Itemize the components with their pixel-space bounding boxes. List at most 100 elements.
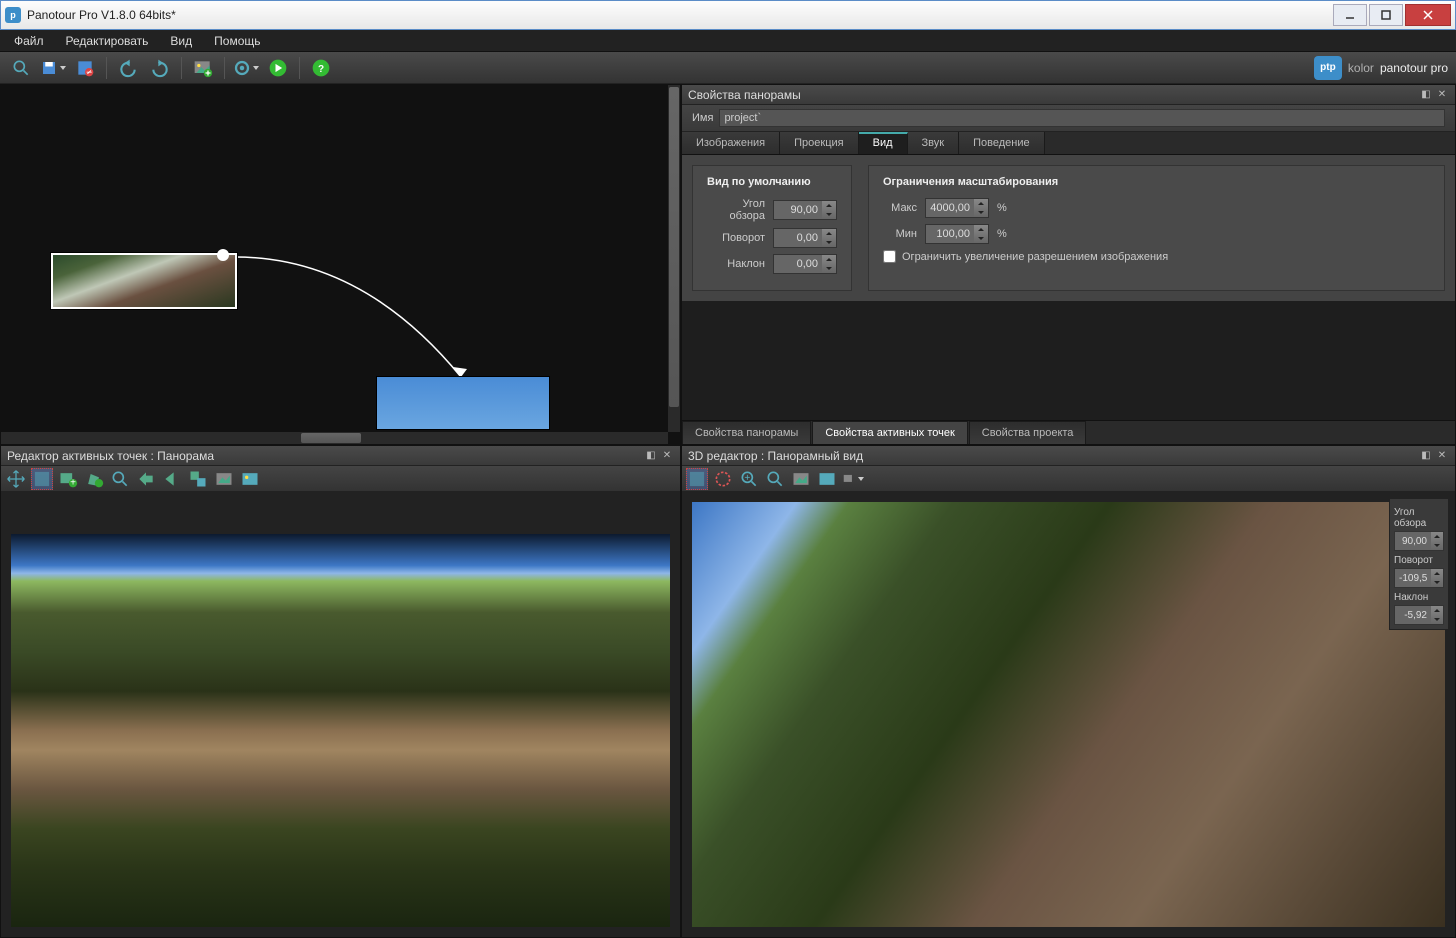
minimize-button[interactable] xyxy=(1333,4,1367,26)
add-hotspot-tool[interactable]: + xyxy=(57,468,79,490)
brand-company: kolor xyxy=(1348,61,1374,75)
panorama-node-1[interactable] xyxy=(51,253,237,309)
dock-button[interactable]: ◧ xyxy=(1419,88,1433,102)
add-polygon-tool[interactable] xyxy=(83,468,105,490)
panorama-viewport[interactable] xyxy=(11,534,670,927)
properties-panel: Свойства панорамы ◧ ✕ Имя Изображения Пр… xyxy=(681,84,1456,445)
tilt-spinner-3d[interactable] xyxy=(1394,605,1444,625)
pan-spinner-3d[interactable] xyxy=(1394,568,1444,588)
chevron-down-icon xyxy=(60,66,66,70)
tilt-label: Наклон xyxy=(727,258,765,270)
zoom-tool[interactable] xyxy=(109,468,131,490)
close-panel-button[interactable]: ✕ xyxy=(660,449,674,463)
move-tool[interactable] xyxy=(5,468,27,490)
tab-projection[interactable]: Проекция xyxy=(780,132,858,154)
panel-title: 3D редактор : Панорамный вид xyxy=(688,449,863,463)
min-zoom-spinner[interactable] xyxy=(925,224,989,244)
select-tool-3d[interactable] xyxy=(686,468,708,490)
menu-view[interactable]: Вид xyxy=(160,31,202,51)
node-handle-icon[interactable] xyxy=(217,249,229,261)
menu-file[interactable]: Файл xyxy=(4,31,54,51)
swap-tool[interactable] xyxy=(187,468,209,490)
tab-sound[interactable]: Звук xyxy=(908,132,960,154)
fov-spinner-3d[interactable] xyxy=(1394,531,1444,551)
nav-tool[interactable] xyxy=(161,468,183,490)
pan-label-3d: Поворот xyxy=(1394,555,1444,566)
svg-text:?: ? xyxy=(318,64,324,75)
limit-resolution-label: Ограничить увеличение разрешением изобра… xyxy=(902,251,1168,263)
fov-spinner[interactable] xyxy=(773,200,837,220)
save-button[interactable] xyxy=(40,55,66,81)
open-button[interactable] xyxy=(8,55,34,81)
btab-project-props[interactable]: Свойства проекта xyxy=(969,421,1087,444)
help-button[interactable]: ? xyxy=(308,55,334,81)
chevron-down-icon xyxy=(858,477,864,481)
default-view-heading: Вид по умолчанию xyxy=(707,176,837,188)
undo-button[interactable] xyxy=(115,55,141,81)
maximize-button[interactable] xyxy=(1369,4,1403,26)
image1-tool[interactable] xyxy=(790,468,812,490)
btab-pano-props[interactable]: Свойства панорамы xyxy=(682,421,811,444)
viewer-3d-viewport[interactable] xyxy=(692,502,1445,927)
close-panel-button[interactable]: ✕ xyxy=(1435,88,1449,102)
brand-product: panotour pro xyxy=(1380,61,1448,75)
tilt-label-3d: Наклон xyxy=(1394,592,1444,603)
menu-edit[interactable]: Редактировать xyxy=(56,31,159,51)
pano-tool[interactable] xyxy=(239,468,261,490)
max-zoom-spinner[interactable] xyxy=(925,198,989,218)
window-title: Panotour Pro V1.8.0 64bits* xyxy=(27,8,1333,22)
zoom-fit-tool[interactable] xyxy=(764,468,786,490)
tab-view[interactable]: Вид xyxy=(859,132,908,154)
view-mode-dropdown[interactable] xyxy=(842,468,864,490)
hotspot-editor-panel: Редактор активных точек : Панорама ◧ ✕ + xyxy=(0,445,681,938)
redo-button[interactable] xyxy=(147,55,173,81)
property-tabs: Изображения Проекция Вид Звук Поведение xyxy=(682,132,1455,155)
settings-button[interactable] xyxy=(233,55,259,81)
limit-resolution-checkbox[interactable] xyxy=(883,250,896,263)
panel-title: Свойства панорамы xyxy=(688,88,801,102)
name-label: Имя xyxy=(692,112,713,124)
fov-label-3d: Угол обзора xyxy=(1394,507,1444,529)
target-tool[interactable] xyxy=(712,468,734,490)
menu-help[interactable]: Помощь xyxy=(204,31,270,51)
bottom-tabs: Свойства панорамы Свойства активных точе… xyxy=(682,420,1455,444)
menubar: Файл Редактировать Вид Помощь xyxy=(0,30,1456,52)
btab-hotspot-props[interactable]: Свойства активных точек xyxy=(812,421,967,444)
app-icon: p xyxy=(5,7,21,23)
max-label: Макс xyxy=(883,202,917,214)
zoom-limits-heading: Ограничения масштабирования xyxy=(883,176,1430,188)
dock-button[interactable]: ◧ xyxy=(644,449,658,463)
hotspot-toolbar: + xyxy=(1,466,680,492)
image2-tool[interactable] xyxy=(816,468,838,490)
graph-canvas[interactable] xyxy=(1,85,680,444)
dock-button[interactable]: ◧ xyxy=(1419,449,1433,463)
pan-label: Поворот xyxy=(722,232,765,244)
vertical-scrollbar[interactable] xyxy=(668,85,680,432)
tab-behavior[interactable]: Поведение xyxy=(959,132,1045,154)
tilt-spinner[interactable] xyxy=(773,254,837,274)
logo-icon: ptp xyxy=(1314,56,1342,80)
horizontal-scrollbar[interactable] xyxy=(1,432,668,444)
min-label: Мин xyxy=(883,228,917,240)
chevron-down-icon xyxy=(253,66,259,70)
project-name-input[interactable] xyxy=(719,109,1445,127)
panorama-node-2[interactable] xyxy=(377,377,549,429)
fov-label: Угол обзора xyxy=(707,198,765,222)
pan-spinner[interactable] xyxy=(773,228,837,248)
svg-text:+: + xyxy=(70,477,76,488)
delete-button[interactable] xyxy=(72,55,98,81)
add-image-button[interactable] xyxy=(190,55,216,81)
link-tool[interactable] xyxy=(135,468,157,490)
panel-title: Редактор активных точек : Панорама xyxy=(7,449,214,463)
close-button[interactable] xyxy=(1405,4,1451,26)
tab-image[interactable]: Изображения xyxy=(682,132,780,154)
image-tool[interactable] xyxy=(213,468,235,490)
zoom-in-tool[interactable] xyxy=(738,468,760,490)
viewer3d-toolbar xyxy=(682,466,1455,492)
close-panel-button[interactable]: ✕ xyxy=(1435,449,1449,463)
select-tool[interactable] xyxy=(31,468,53,490)
play-button[interactable] xyxy=(265,55,291,81)
tour-graph-panel xyxy=(0,84,681,445)
brand-logo: ptp kolor panotour pro xyxy=(1314,56,1448,80)
viewer-3d-controls: Угол обзора Поворот Наклон xyxy=(1389,498,1449,630)
